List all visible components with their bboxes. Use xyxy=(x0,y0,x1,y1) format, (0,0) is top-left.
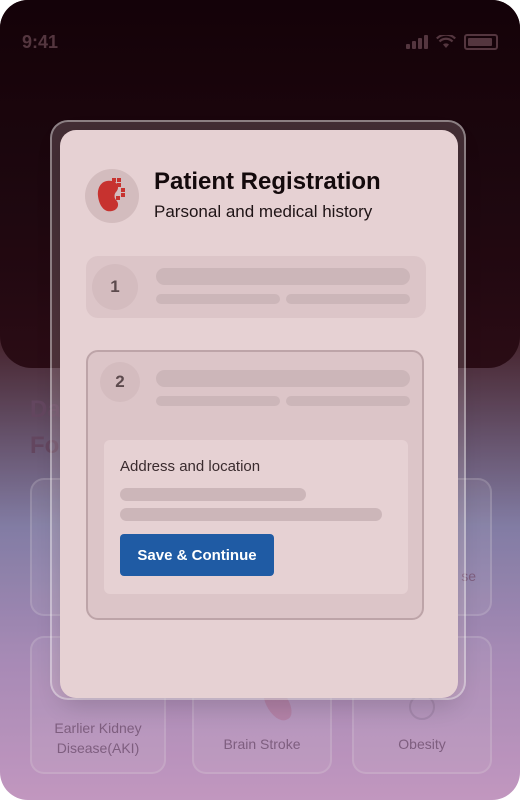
skeleton-line xyxy=(156,268,410,285)
skeleton-line xyxy=(120,488,306,501)
skeleton-line xyxy=(156,294,280,304)
kidney-icon xyxy=(85,169,139,223)
skeleton-line xyxy=(286,396,410,406)
step-number: 1 xyxy=(92,264,138,310)
modal-subtitle: Parsonal and medical history xyxy=(154,202,373,221)
step-card-2: 2 Address and location Save & Continue xyxy=(86,350,424,620)
registration-modal: Patient Registration Parsonal and medica… xyxy=(60,130,458,698)
step-number: 2 xyxy=(100,362,140,402)
address-section: Address and location Save & Continue xyxy=(104,440,408,594)
save-continue-button[interactable]: Save & Continue xyxy=(120,534,274,576)
modal-title: Patient Registration xyxy=(154,168,381,195)
app-screen: 9:41 Da Fo se Earlier Kidney Disease(AKI… xyxy=(0,0,520,800)
section-label: Address and location xyxy=(120,458,261,475)
skeleton-line xyxy=(286,294,410,304)
skeleton-line xyxy=(120,508,382,521)
skeleton-line xyxy=(156,370,410,387)
step-card-1[interactable]: 1 xyxy=(86,256,426,318)
skeleton-line xyxy=(156,396,280,406)
